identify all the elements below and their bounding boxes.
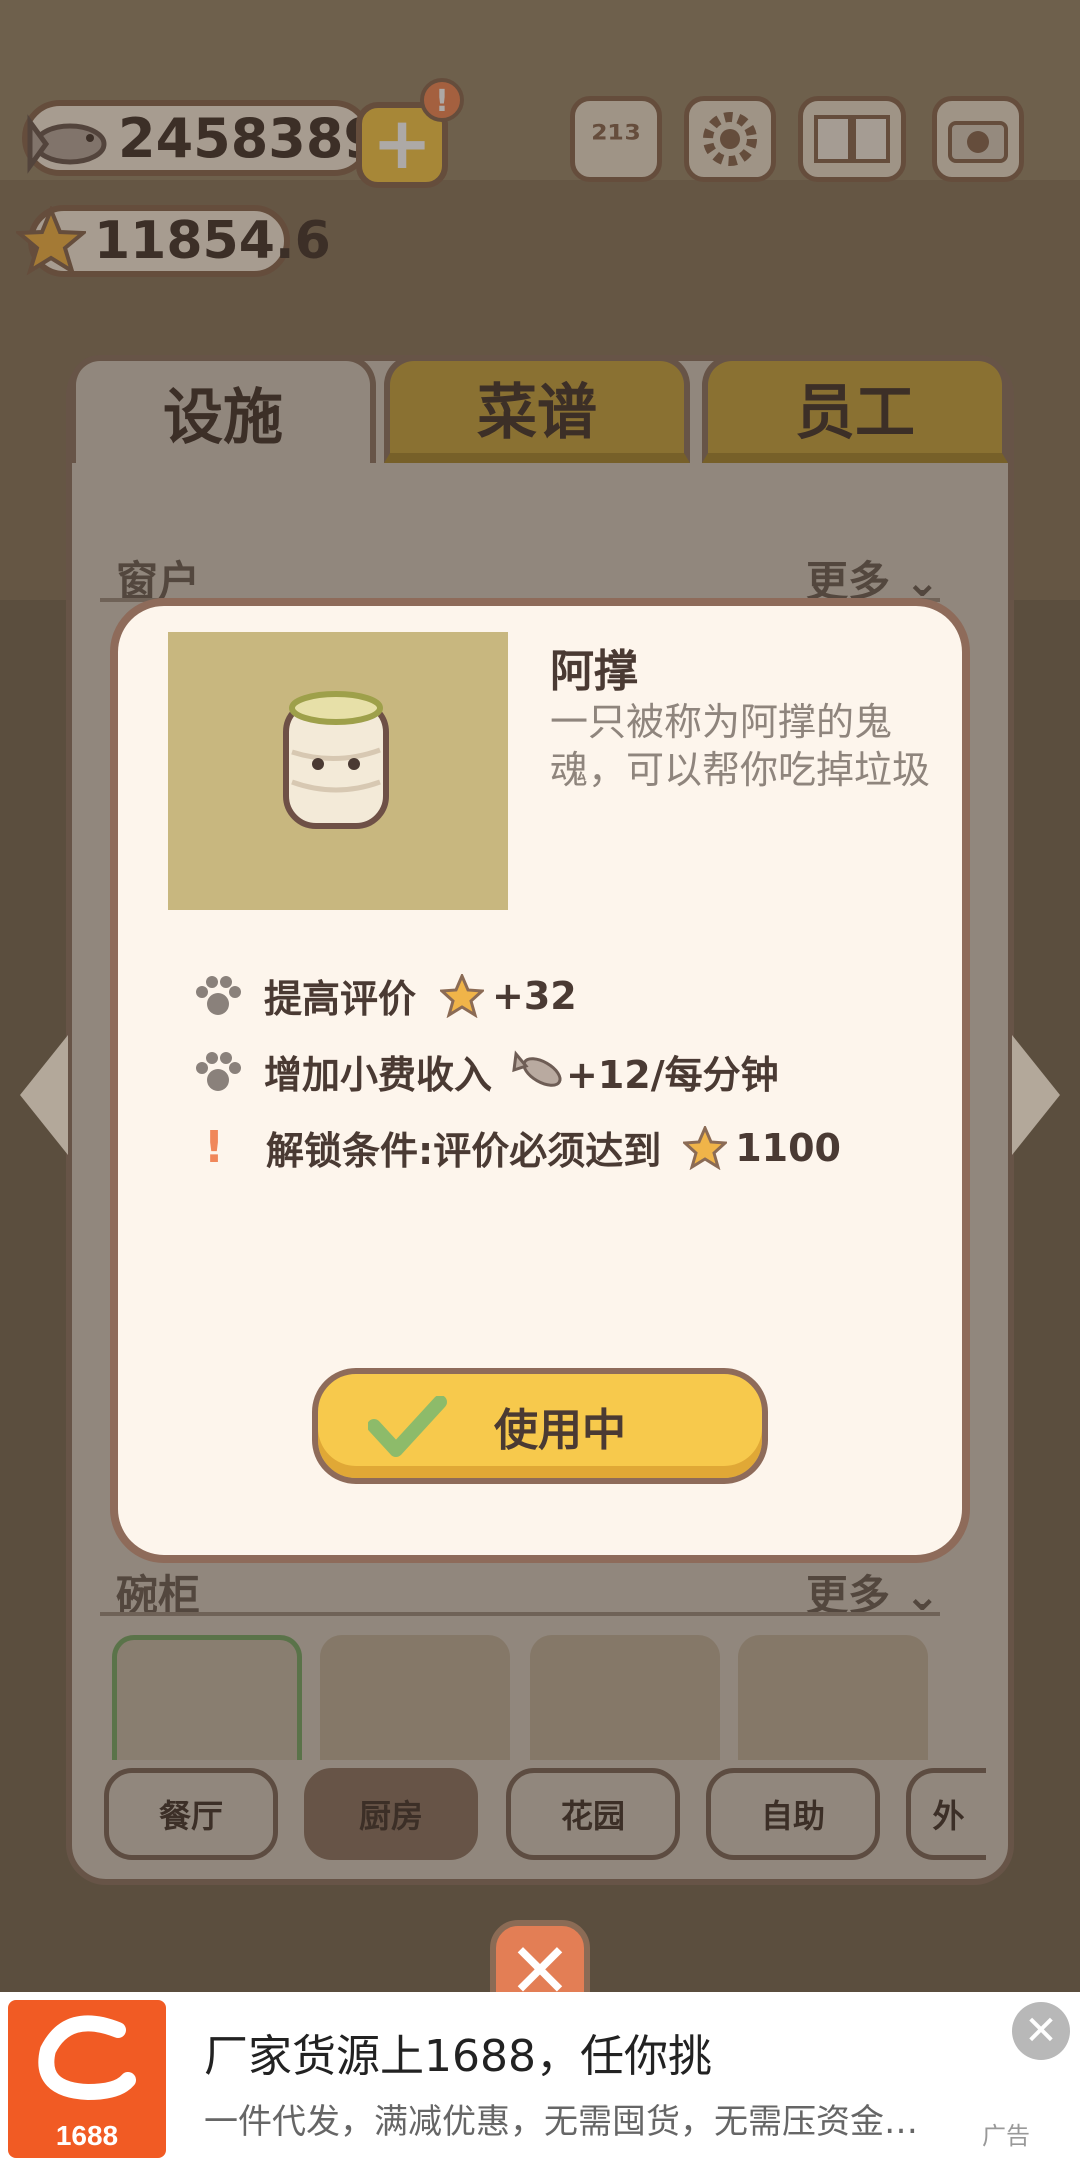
checkmark-icon <box>368 1396 447 1457</box>
ad-title: 厂家货源上1688，任你挑 <box>204 2031 712 2082</box>
brand-logo-icon <box>38 2015 136 2101</box>
ad-logo: 1688 <box>8 2000 166 2158</box>
ad-tag: 广告 <box>982 2122 1030 2150</box>
item-description: 一只被称为阿撑的鬼魂，可以帮你吃掉垃圾 <box>550 700 931 792</box>
stat-value: +32 <box>492 973 577 1018</box>
ad-banner[interactable]: 1688 厂家货源上1688，任你挑 一件代发，满减优惠，无需囤货，无需压资金…… <box>0 1992 1080 2160</box>
stat-rating-bonus: 提高评价 +32 <box>196 968 577 1023</box>
exclamation-icon: ! <box>204 1122 225 1173</box>
ad-subtitle: 一件代发，满减优惠，无需囤货，无需压资金… <box>204 2102 918 2142</box>
ad-logo-text: 1688 <box>55 2120 119 2151</box>
fish-icon <box>512 1049 562 1087</box>
in-use-label: 使用中 <box>494 1405 626 1456</box>
previous-arrow-icon[interactable] <box>20 1035 70 1155</box>
next-arrow-icon[interactable] <box>1010 1035 1060 1155</box>
paw-icon <box>196 975 241 1015</box>
stat-tip-income: 增加小费收入 +12/每分钟 <box>196 1044 779 1099</box>
stat-label: 提高评价 <box>264 977 417 1021</box>
stat-value: +12/每分钟 <box>566 1053 779 1097</box>
item-title: 阿撑 <box>550 646 638 697</box>
stat-unlock-condition: ! 解锁条件:评价必须达到 1100 <box>196 1120 841 1175</box>
stat-value: 1100 <box>735 1125 841 1170</box>
in-use-button[interactable]: 使用中 <box>312 1368 768 1484</box>
stat-label: 解锁条件:评价必须达到 <box>266 1129 662 1173</box>
item-image <box>168 632 508 910</box>
star-icon <box>440 973 485 1018</box>
ad-close-button[interactable]: ✕ <box>1012 2002 1070 2060</box>
ghost-roll-icon <box>283 691 389 829</box>
star-icon <box>683 1125 728 1170</box>
stat-label: 增加小费收入 <box>264 1053 493 1097</box>
paw-icon <box>196 1051 241 1091</box>
